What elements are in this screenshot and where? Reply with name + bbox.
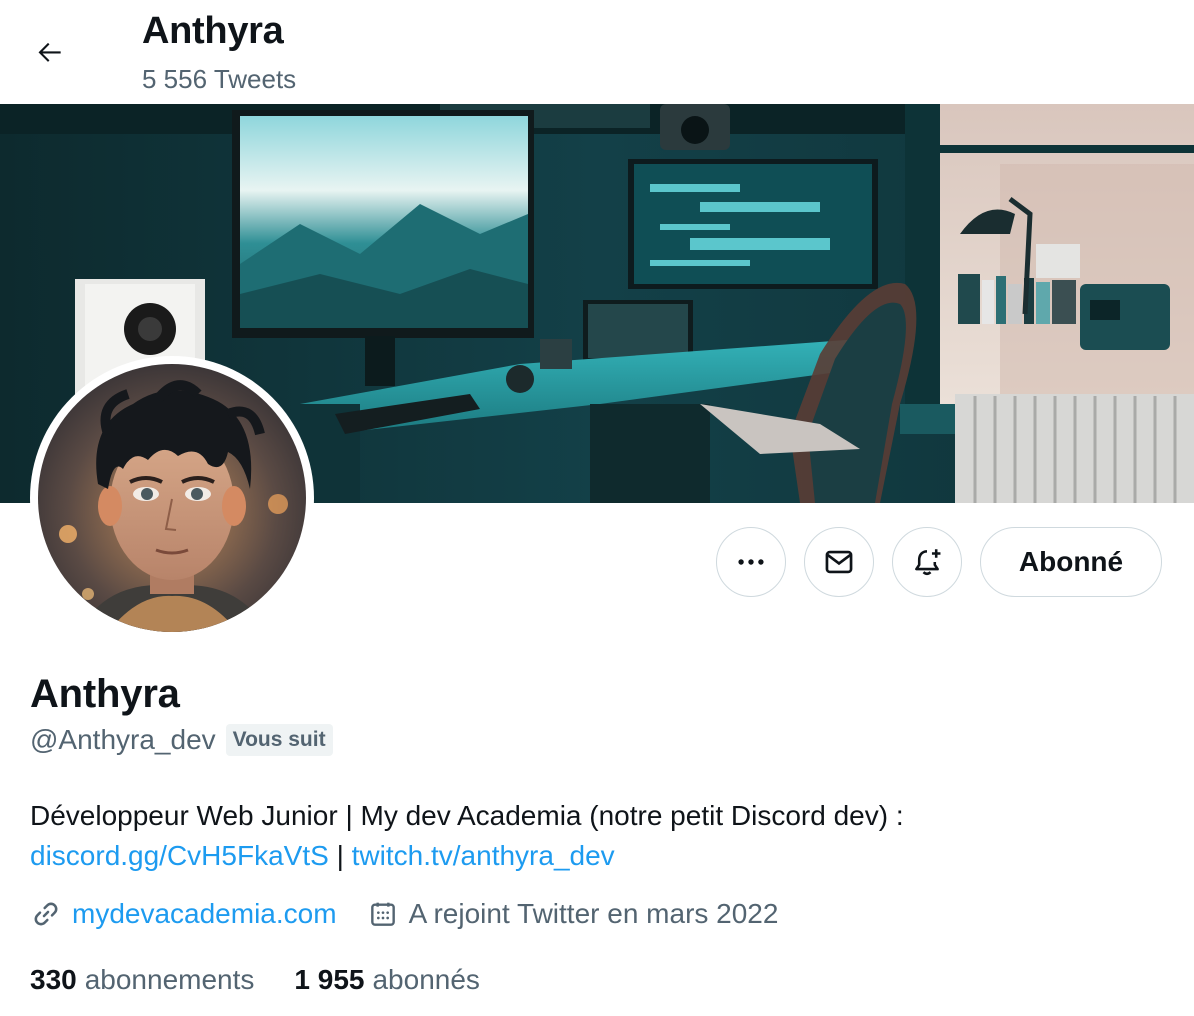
avatar-image bbox=[38, 364, 306, 632]
calendar-icon bbox=[370, 902, 395, 926]
bell-plus-icon bbox=[915, 549, 941, 576]
following-stat[interactable]: 330 abonnements bbox=[30, 964, 254, 996]
username-handle: @Anthyra_dev bbox=[30, 724, 216, 755]
bio-separator: | bbox=[336, 840, 344, 871]
following-count: 330 bbox=[30, 964, 77, 995]
header-title: Anthyra bbox=[142, 10, 284, 52]
bio: Développeur Web Junior | My dev Academia… bbox=[30, 796, 1150, 876]
tweet-count: 5 556 Tweets bbox=[142, 64, 297, 94]
message-button[interactable] bbox=[804, 527, 874, 597]
bio-link-twitch[interactable]: twitch.tv/anthyra_dev bbox=[352, 840, 615, 871]
followers-stat[interactable]: 1 955 abonnés bbox=[294, 964, 480, 996]
arrow-left-icon bbox=[38, 42, 61, 62]
display-name: Anthyra bbox=[30, 672, 180, 716]
notifications-button[interactable] bbox=[892, 527, 962, 597]
bio-text: Développeur Web Junior | My dev Academia… bbox=[30, 800, 904, 831]
followers-count: 1 955 bbox=[294, 964, 365, 995]
profile-meta: mydevacademia.com A rejoint Twitter en m… bbox=[30, 898, 778, 930]
envelope-icon bbox=[825, 550, 853, 574]
follow-stats: 330 abonnements 1 955 abonnés bbox=[30, 964, 480, 996]
website-link[interactable]: mydevacademia.com bbox=[72, 898, 337, 930]
joined-date: A rejoint Twitter en mars 2022 bbox=[367, 898, 779, 930]
follows-you-badge: Vous suit bbox=[225, 724, 333, 756]
followers-label: abonnés bbox=[372, 964, 480, 995]
link-icon bbox=[34, 902, 58, 926]
avatar[interactable] bbox=[30, 356, 314, 640]
profile-header: Anthyra 5 556 Tweets bbox=[0, 0, 1194, 104]
more-button[interactable] bbox=[716, 527, 786, 597]
back-button[interactable] bbox=[24, 28, 76, 76]
following-button[interactable]: Abonné bbox=[980, 527, 1162, 597]
joined-text: A rejoint Twitter en mars 2022 bbox=[408, 898, 779, 929]
following-label: abonnements bbox=[84, 964, 255, 995]
more-horizontal-icon bbox=[738, 559, 764, 565]
handle-row: @Anthyra_dev Vous suit bbox=[30, 724, 333, 756]
bio-link-discord[interactable]: discord.gg/CvH5FkaVtS bbox=[30, 840, 329, 871]
